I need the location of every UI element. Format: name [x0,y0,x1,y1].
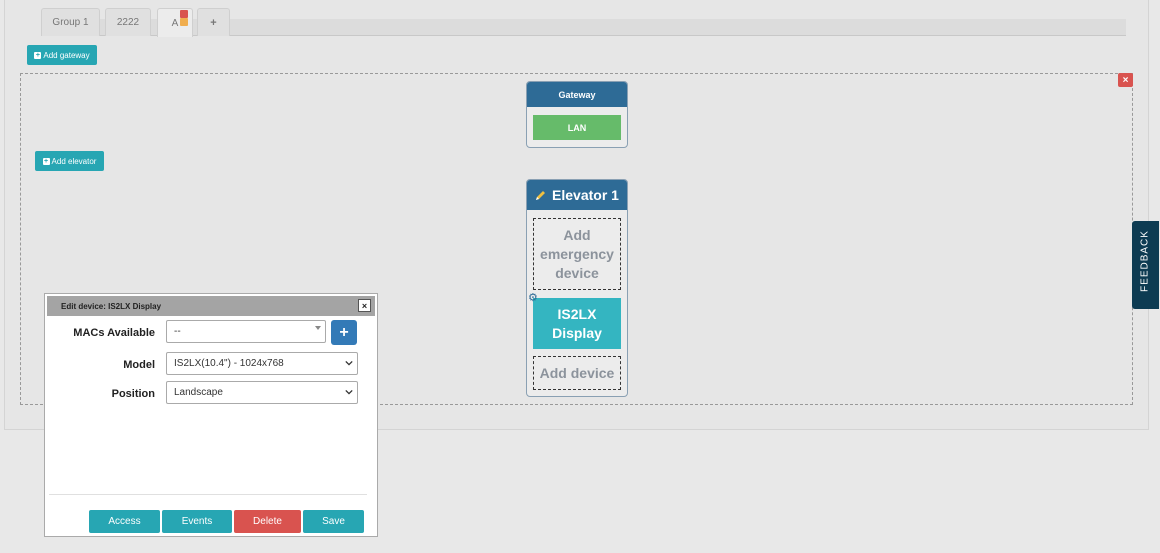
macs-select[interactable]: -- [166,320,326,343]
feedback-tab[interactable]: FEEDBACK [1132,221,1159,309]
plus-square-icon: + [42,157,50,165]
plus-icon: + [339,323,349,341]
remove-gateway-button[interactable]: × [1118,73,1133,87]
add-tab-label: + [210,16,217,29]
lan-badge[interactable]: LAN [533,115,621,140]
add-emergency-device-slot[interactable]: Add emergency device [533,218,621,290]
chevron-down-icon [345,360,353,366]
pencil-icon[interactable] [535,189,547,201]
device-is2lx-display[interactable]: IS2LX Display [533,298,621,349]
caret-down-icon [315,326,321,330]
close-icon: × [361,300,368,311]
chevron-down-icon [345,389,353,395]
model-select[interactable]: IS2LX(10.4") - 1024x768 [166,352,358,375]
tab-label: 2222 [116,17,140,28]
close-icon: × [1122,74,1129,86]
plus-square-icon: + [34,51,42,59]
remove-tab-icon[interactable] [180,10,188,18]
tab-a[interactable]: A [157,8,193,37]
save-button[interactable]: Save [303,510,364,533]
macs-value: -- [174,326,181,337]
add-mac-button[interactable]: + [331,320,357,345]
elevator-title: Elevator 1 [552,187,619,203]
tab-group-1[interactable]: Group 1 [41,8,100,36]
position-select[interactable]: Landscape [166,381,358,404]
gateway-card: Gateway LAN [526,81,628,148]
add-emergency-label: Add emergency device [540,226,614,281]
tab-2222[interactable]: 2222 [105,8,151,36]
model-label: Model [123,359,155,371]
add-elevator-button[interactable]: + Add elevator [35,151,104,171]
modal-title: Edit device: IS2LX Display [61,301,162,311]
add-tab-button[interactable]: + [197,8,230,36]
modal-header: Edit device: IS2LX Display × [47,296,375,316]
position-label: Position [111,388,155,400]
modal-divider [49,494,367,495]
elevator-header[interactable]: Elevator 1 [527,180,627,210]
add-gateway-label: Add gateway [43,50,90,60]
edit-tab-icon[interactable] [180,18,188,26]
modal-close-button[interactable]: × [358,299,371,312]
macs-label: MACs Available [73,327,155,339]
feedback-label: FEEDBACK [1139,230,1151,292]
gear-icon[interactable]: ⚙ [528,291,538,304]
elevator-card: Elevator 1 Add emergency device IS2LX Di… [526,179,628,397]
add-elevator-label: Add elevator [51,156,97,166]
tab-label: A [171,17,179,29]
access-button[interactable]: Access [89,510,160,533]
model-value: IS2LX(10.4") - 1024x768 [174,358,284,369]
add-device-slot[interactable]: Add device [533,356,621,390]
edit-device-modal: Edit device: IS2LX Display × MACs Availa… [44,293,378,537]
gateway-title: Gateway [527,82,627,107]
add-device-label: Add device [539,364,615,381]
add-gateway-button[interactable]: + Add gateway [27,45,97,65]
delete-button[interactable]: Delete [234,510,301,533]
tab-label: Group 1 [52,17,89,28]
events-button[interactable]: Events [162,510,232,533]
position-value: Landscape [174,387,223,398]
device-label: IS2LX Display [552,305,602,341]
